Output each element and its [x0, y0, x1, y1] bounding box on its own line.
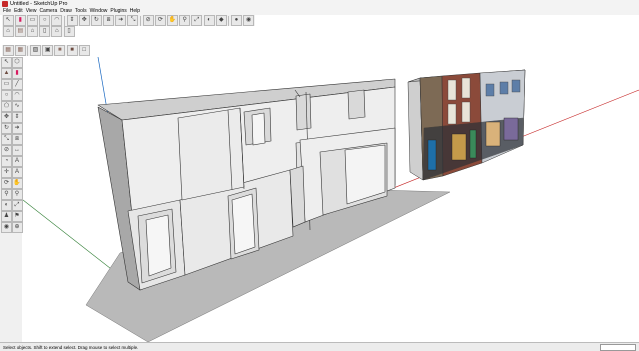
tape-measure-icon[interactable]: ⊘: [142, 15, 154, 26]
eraser-icon[interactable]: ▮: [11, 68, 23, 79]
menu-edit[interactable]: Edit: [14, 8, 23, 15]
menu-draw[interactable]: Draw: [60, 8, 72, 15]
rectangle-icon[interactable]: ▭: [1, 79, 12, 90]
rotate-icon[interactable]: ↻: [90, 15, 102, 26]
tape-measure-icon[interactable]: ⊘: [1, 145, 12, 156]
textured-building-model: [407, 69, 526, 181]
standard-toolbar: ↖ ▮ ▭ ○ ◠ ⇕ ✥ ↻ ⧈ ➜ ⤡ ⊘ ⟳ ✋ ⚲ ⤢ ◐ ◆ ● ◉: [2, 15, 255, 26]
pan-icon[interactable]: ✋: [167, 15, 179, 26]
zoom-icon[interactable]: ⚲: [1, 189, 12, 200]
share-model-icon[interactable]: ●: [230, 15, 242, 26]
menu-file[interactable]: File: [3, 8, 11, 15]
menu-plugins[interactable]: Plugins: [110, 8, 126, 15]
status-text: Select objects. Shift to extend select. …: [3, 344, 139, 350]
push-pull-icon[interactable]: ⇕: [66, 15, 78, 26]
rotate-icon[interactable]: ↻: [1, 123, 12, 134]
model-canvas: [23, 57, 639, 342]
back-edges-icon[interactable]: ▦: [14, 45, 26, 56]
circle-icon[interactable]: ○: [39, 15, 51, 26]
arc-icon[interactable]: ◠: [11, 90, 23, 101]
paint-bucket-icon[interactable]: ▲: [1, 68, 12, 79]
push-pull-icon[interactable]: ⇕: [11, 112, 23, 123]
look-around-icon[interactable]: ◉: [1, 222, 12, 233]
scale-icon[interactable]: ⤡: [127, 15, 139, 26]
left-view-icon[interactable]: ▯: [63, 26, 75, 37]
select-icon[interactable]: ↖: [1, 57, 12, 68]
menu-window[interactable]: Window: [90, 8, 108, 15]
offset-icon[interactable]: ⧈: [11, 134, 23, 145]
freehand-icon[interactable]: ∿: [11, 101, 23, 112]
protractor-icon[interactable]: ◔: [1, 156, 12, 167]
move-icon[interactable]: ✥: [78, 15, 90, 26]
sketchup-logo-icon: [2, 1, 8, 7]
views-toolbar: ⌂ ▤ ⌂ ▯ ⌂ ▯: [2, 26, 76, 37]
text-icon[interactable]: A: [11, 156, 23, 167]
top-view-icon[interactable]: ▤: [14, 26, 26, 37]
title-bar: Untitled - SketchUp Pro: [0, 0, 639, 8]
back-view-icon[interactable]: ⌂: [51, 26, 63, 37]
follow-me-icon[interactable]: ➜: [11, 123, 23, 134]
menu-camera[interactable]: Camera: [39, 8, 57, 15]
arc-icon[interactable]: ◠: [51, 15, 63, 26]
monochrome-icon[interactable]: □: [78, 45, 90, 56]
walk-icon[interactable]: ⚑: [11, 211, 23, 222]
select-icon[interactable]: ↖: [2, 15, 14, 26]
zoom-window-icon[interactable]: ⚲: [11, 189, 23, 200]
orbit-icon[interactable]: ⟳: [154, 15, 166, 26]
styles-toolbar: ▦ ▦ ▧ ▣ ■ ■ □: [2, 45, 91, 56]
previous-view-icon[interactable]: ◐: [1, 200, 12, 211]
xray-icon[interactable]: ▦: [2, 45, 14, 56]
zoom-icon[interactable]: ⚲: [179, 15, 191, 26]
large-tool-set: ↖ ⬡ ▲ ▮ ▭ ╱ ○ ◠ ⬠ ∿ ✥ ⇕ ↻ ➜ ⤡ ⧈ ⊘ ↔ ◔ A …: [0, 57, 23, 342]
section-plane-icon[interactable]: ⊕: [11, 222, 23, 233]
shaded-icon[interactable]: ■: [54, 45, 66, 56]
get-models-icon[interactable]: ◆: [215, 15, 227, 26]
3d-text-icon[interactable]: A: [11, 167, 23, 178]
iso-view-icon[interactable]: ⌂: [2, 26, 14, 37]
hidden-line-icon[interactable]: ▣: [42, 45, 54, 56]
eraser-icon[interactable]: ▮: [14, 15, 26, 26]
wireframe-icon[interactable]: ▧: [29, 45, 41, 56]
toolbar-separator: [228, 15, 230, 26]
toolbar-separator: [27, 45, 29, 56]
front-view-icon[interactable]: ⌂: [26, 26, 38, 37]
pan-icon[interactable]: ✋: [11, 178, 23, 189]
circle-icon[interactable]: ○: [1, 90, 12, 101]
orbit-icon[interactable]: ⟳: [1, 178, 12, 189]
menu-tools[interactable]: Tools: [75, 8, 87, 15]
menu-bar: File Edit View Camera Draw Tools Window …: [0, 8, 639, 15]
menu-view[interactable]: View: [26, 8, 37, 15]
dimension-icon[interactable]: ↔: [11, 145, 23, 156]
line-icon[interactable]: ╱: [11, 79, 23, 90]
shaded-textures-icon[interactable]: ■: [66, 45, 78, 56]
zoom-extents-icon[interactable]: ⤢: [191, 15, 203, 26]
polygon-icon[interactable]: ⬠: [1, 101, 12, 112]
components-icon[interactable]: ◉: [243, 15, 255, 26]
move-icon[interactable]: ✥: [1, 112, 12, 123]
make-component-icon[interactable]: ⬡: [11, 57, 23, 68]
previous-view-icon[interactable]: ◐: [203, 15, 215, 26]
offset-icon[interactable]: ⧈: [103, 15, 115, 26]
follow-me-icon[interactable]: ➜: [115, 15, 127, 26]
toolbar-separator: [63, 15, 65, 26]
zoom-extents-icon[interactable]: ⤢: [11, 200, 23, 211]
rectangle-icon[interactable]: ▭: [26, 15, 38, 26]
menu-help[interactable]: Help: [130, 8, 140, 15]
axes-icon[interactable]: ✛: [1, 167, 12, 178]
position-camera-icon[interactable]: ♟: [1, 211, 12, 222]
window-title: Untitled - SketchUp Pro: [10, 1, 68, 7]
drawing-area[interactable]: [23, 57, 639, 342]
toolbar-separator: [140, 15, 142, 26]
right-view-icon[interactable]: ▯: [39, 26, 51, 37]
scale-icon[interactable]: ⤡: [1, 134, 12, 145]
